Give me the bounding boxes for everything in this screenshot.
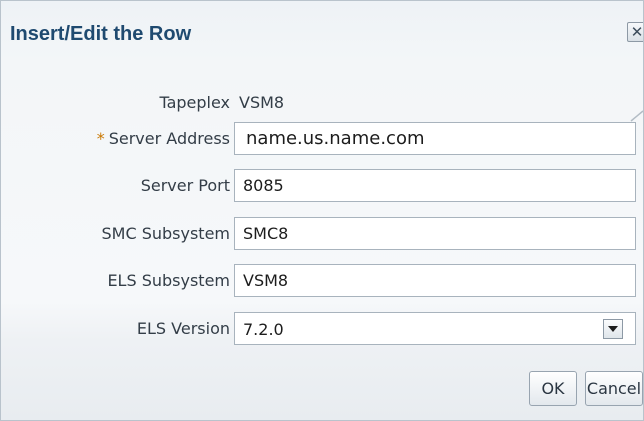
close-icon: ✕ (630, 23, 644, 41)
els-subsystem-row: ELS Subsystem (1, 264, 643, 298)
els-subsystem-label: ELS Subsystem (107, 271, 230, 290)
els-version-label: ELS Version (136, 319, 230, 338)
chevron-down-icon (608, 326, 618, 332)
server-address-input[interactable] (234, 122, 636, 155)
server-address-label-text: Server Address (108, 129, 230, 148)
smc-subsystem-row: SMC Subsystem (1, 217, 643, 251)
server-address-label: * Server Address (97, 129, 230, 148)
required-indicator: * (96, 129, 105, 148)
ok-button[interactable]: OK (529, 371, 577, 406)
close-button[interactable]: ✕ (627, 22, 644, 42)
els-version-selected-value: 7.2.0 (243, 320, 284, 339)
tapeplex-label: Tapeplex (159, 93, 230, 112)
els-version-dropdown-button[interactable] (603, 319, 623, 339)
els-subsystem-input[interactable] (234, 264, 636, 297)
server-address-row: * Server Address (1, 122, 643, 156)
insert-edit-row-dialog: Insert/Edit the Row ✕ Tapeplex VSM8 * Ser… (0, 0, 644, 421)
cancel-button[interactable]: Cancel (585, 371, 643, 406)
smc-subsystem-input[interactable] (234, 217, 636, 250)
server-port-input[interactable] (234, 169, 636, 202)
tapeplex-row: Tapeplex VSM8 (1, 86, 643, 120)
els-version-row: ELS Version 7.2.0 (1, 312, 643, 346)
els-version-select[interactable]: 7.2.0 (234, 312, 636, 345)
dialog-title: Insert/Edit the Row (10, 23, 192, 45)
server-port-label: Server Port (140, 176, 230, 195)
tapeplex-value: VSM8 (239, 93, 285, 112)
smc-subsystem-label: SMC Subsystem (101, 224, 230, 243)
server-port-row: Server Port (1, 169, 643, 203)
